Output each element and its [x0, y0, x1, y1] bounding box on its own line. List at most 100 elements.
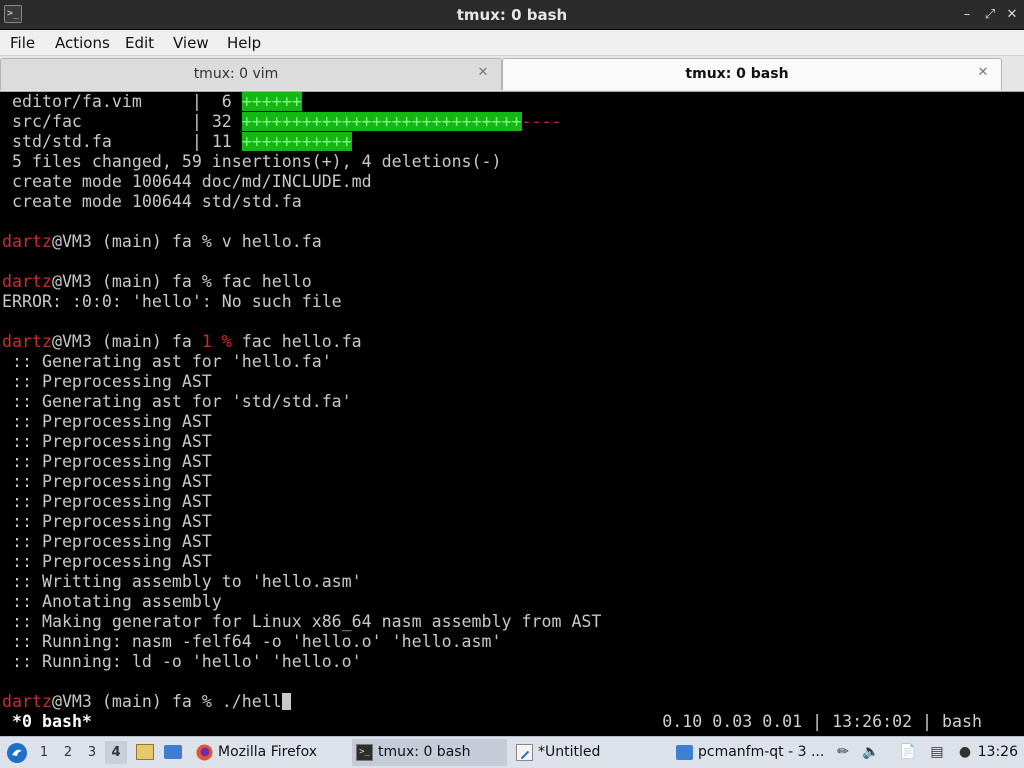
- desktop-4[interactable]: 4: [105, 741, 127, 764]
- output-line: :: Preprocessing AST: [2, 532, 212, 551]
- menu-help[interactable]: Help: [227, 30, 261, 56]
- task-label: *Untitled: [538, 744, 601, 760]
- network-icon[interactable]: ▤: [928, 743, 946, 761]
- error-line: ERROR: :0:0: 'hello': No such file: [2, 292, 342, 311]
- text-cursor: [281, 693, 291, 710]
- show-desktop-button[interactable]: [134, 737, 156, 768]
- menu-bar: File Actions Edit View Help: [0, 30, 1024, 56]
- output-line: :: Preprocessing AST: [2, 512, 212, 531]
- output-line: :: Preprocessing AST: [2, 412, 212, 431]
- output-line: :: Preprocessing AST: [2, 492, 212, 511]
- prompt-symbol: %: [221, 332, 232, 351]
- prompt-host: @VM3 (main) fa: [51, 332, 202, 351]
- prompt-user: dartz: [2, 232, 52, 251]
- volume-icon[interactable]: 🔈: [862, 743, 880, 761]
- tab-vim[interactable]: tmux: 0 vim ✕: [0, 58, 502, 90]
- prompt-user: dartz: [2, 332, 52, 351]
- tmux-window-list[interactable]: *0 bash*: [12, 712, 92, 732]
- window-title: tmux: 0 bash: [456, 6, 568, 24]
- tab-bar: tmux: 0 vim ✕ tmux: 0 bash ✕: [0, 56, 1024, 92]
- start-menu-icon: [7, 743, 27, 763]
- output-line: :: Preprocessing AST: [2, 432, 212, 451]
- output-line: :: Preprocessing AST: [2, 552, 212, 571]
- exit-code: 1: [201, 332, 222, 351]
- text-editor-icon: [516, 744, 533, 761]
- output-line: :: Preprocessing AST: [2, 372, 212, 391]
- diff-sep: |: [191, 132, 212, 151]
- tab-close-icon[interactable]: ✕: [975, 65, 991, 81]
- output-line: :: Generating ast for 'std/std.fa': [2, 392, 352, 411]
- tab-label: tmux: 0 bash: [685, 66, 789, 82]
- prompt-host: @VM3 (main) fa: [51, 272, 202, 291]
- output-line: :: Running: nasm -felf64 -o 'hello.o' 'h…: [2, 632, 502, 651]
- prompt-user: dartz: [2, 272, 52, 291]
- task-label: pcmanfm-qt - 3 ...: [698, 744, 824, 760]
- terminal-icon: >_: [356, 744, 373, 761]
- create-mode-line: create mode 100644 doc/md/INCLUDE.md: [2, 172, 372, 191]
- task-tmux-bash[interactable]: >_ tmux: 0 bash: [352, 739, 507, 766]
- task-firefox[interactable]: Mozilla Firefox: [192, 739, 342, 766]
- output-line: :: Anotating assembly: [2, 592, 222, 611]
- maximize-icon[interactable]: ⤢: [981, 6, 999, 24]
- diff-sep: |: [191, 92, 212, 111]
- command-input[interactable]: ./hell: [222, 692, 282, 711]
- taskbar: 1 2 3 4 Mozilla Firefox >_ tmux: 0 bash …: [0, 736, 1024, 768]
- menu-actions[interactable]: Actions: [55, 30, 110, 56]
- clipboard-icon[interactable]: ✏: [834, 743, 852, 761]
- tab-label: tmux: 0 vim: [193, 66, 279, 82]
- menu-file[interactable]: File: [10, 30, 35, 56]
- command-text: fac hello: [221, 272, 312, 291]
- terminal-area[interactable]: editor/fa.vim | 6 ++++++ src/fac | 32 ++…: [0, 92, 1024, 732]
- output-line: :: Generating ast for 'hello.fa': [2, 352, 332, 371]
- create-mode-line: create mode 100644 std/std.fa: [2, 192, 302, 211]
- clock[interactable]: 13:26: [978, 737, 1018, 768]
- diff-count: 11: [211, 132, 232, 151]
- output-line: :: Writting assembly to 'hello.asm': [2, 572, 362, 591]
- menu-view[interactable]: View: [173, 30, 209, 56]
- output-line: :: Preprocessing AST: [2, 452, 212, 471]
- menu-edit[interactable]: Edit: [125, 30, 154, 56]
- prompt-line: dartz@VM3 (main) fa 1 % fac hello.fa: [2, 332, 362, 352]
- task-untitled[interactable]: *Untitled: [512, 739, 662, 766]
- prompt-host: @VM3 (main) fa: [51, 232, 202, 251]
- diff-plus-bar: ++++++++++++++++++++++++++++: [241, 112, 522, 131]
- prompt-line: dartz@VM3 (main) fa % v hello.fa: [2, 232, 322, 252]
- diff-plus-bar: +++++++++++: [241, 132, 352, 151]
- desktop-2[interactable]: 2: [57, 741, 79, 764]
- notes-icon[interactable]: 📄: [899, 743, 917, 761]
- diff-count: 32: [211, 112, 232, 131]
- current-prompt-line[interactable]: dartz@VM3 (main) fa % ./hell: [2, 692, 291, 712]
- command-text: v hello.fa: [221, 232, 322, 251]
- file-manager-launcher[interactable]: [161, 737, 185, 768]
- close-icon[interactable]: ✕: [1003, 6, 1021, 24]
- diffstat-line: std/std.fa | 11 +++++++++++: [2, 132, 352, 152]
- prompt-symbol: %: [201, 692, 222, 711]
- diff-minus-bar: ----: [521, 112, 562, 131]
- minimize-icon[interactable]: –: [958, 6, 976, 24]
- task-label: Mozilla Firefox: [218, 744, 318, 760]
- diff-file: editor/fa.vim: [2, 92, 192, 111]
- prompt-line: dartz@VM3 (main) fa % fac hello: [2, 272, 312, 292]
- tab-close-icon[interactable]: ✕: [475, 65, 491, 81]
- notifications-icon[interactable]: ●: [956, 743, 974, 761]
- diff-file: std/std.fa: [2, 132, 192, 151]
- start-menu-button[interactable]: [4, 737, 30, 768]
- desktop-3[interactable]: 3: [81, 741, 103, 764]
- prompt-host: @VM3 (main) fa: [51, 692, 202, 711]
- show-desktop-icon: [136, 744, 154, 760]
- output-line: :: Making generator for Linux x86_64 nas…: [2, 612, 602, 631]
- tab-bash[interactable]: tmux: 0 bash ✕: [502, 58, 1002, 90]
- window-titlebar[interactable]: >_ tmux: 0 bash – ⤢ ✕: [0, 0, 1024, 30]
- diffstat-line: editor/fa.vim | 6 ++++++: [2, 92, 302, 112]
- diff-count: 6: [211, 92, 232, 111]
- diffstat-line: src/fac | 32 +++++++++++++++++++++++++++…: [2, 112, 562, 132]
- diff-file: src/fac: [2, 112, 192, 131]
- folder-icon: [676, 745, 693, 760]
- desktop-1[interactable]: 1: [33, 741, 55, 764]
- prompt-symbol: %: [201, 272, 222, 291]
- command-text: fac hello.fa: [231, 332, 362, 351]
- task-pcmanfm[interactable]: pcmanfm-qt - 3 ...: [672, 739, 824, 766]
- folder-icon: [164, 745, 182, 759]
- diff-summary: 5 files changed, 59 insertions(+), 4 del…: [2, 152, 502, 171]
- tmux-status-right: 0.10 0.03 0.01 | 13:26:02 | bash: [662, 712, 982, 731]
